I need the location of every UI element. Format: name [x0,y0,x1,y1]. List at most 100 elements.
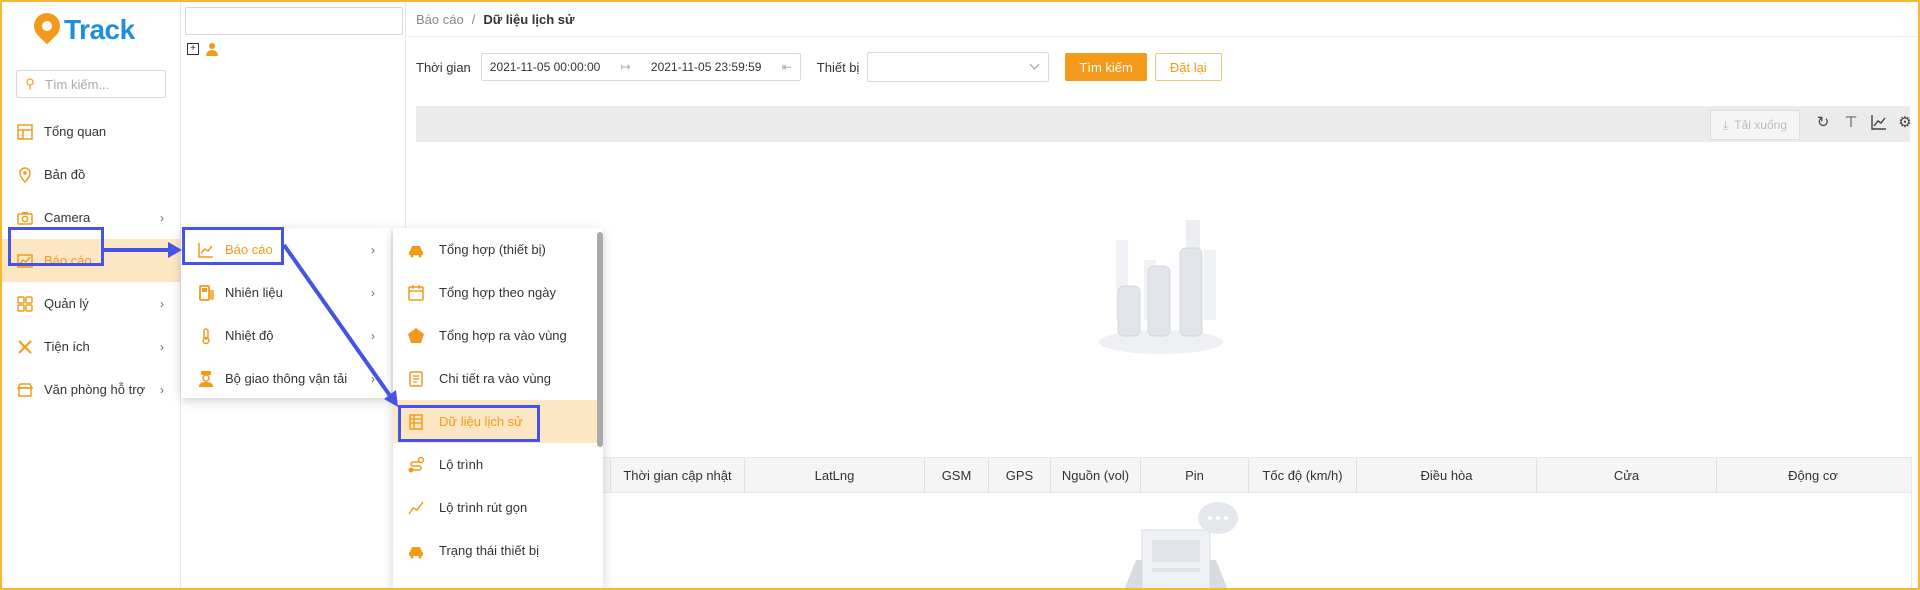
document-icon [409,370,423,387]
sidebar-search-input[interactable] [43,75,157,93]
store-icon [16,382,34,397]
submenu-item-transport-ministry[interactable]: Bộ giao thông vận tải › [181,357,391,400]
chevron-right-icon: › [371,328,375,343]
sidebar-item-label: Tổng quan [44,124,107,139]
tools-icon [18,339,32,354]
table-header: Thời gian cập nhật LatLng GSM GPS Nguồn … [417,458,1911,493]
layout-icon [17,123,33,140]
settings-gear-icon[interactable]: ⚙ [1896,114,1914,132]
column-header[interactable]: GSM [925,458,989,492]
sidebar-item-label: Văn phòng hỗ trợ [44,382,146,397]
device-select[interactable] [867,52,1050,82]
download-label: Tải xuống [1734,118,1787,132]
column-header[interactable]: LatLng [745,458,925,492]
logo-text: Track [64,14,135,45]
submenu-item-label: Nhiệt độ [225,328,274,343]
expand-plus-icon[interactable]: + [187,43,199,55]
chevron-right-icon: › [371,285,375,300]
logo-pin-icon [28,7,66,47]
device-tree-search-input[interactable] [185,7,403,35]
reset-button[interactable]: Đặt lại [1154,53,1222,81]
start-date[interactable]: 2021-11-05 00:00:00 [490,60,601,74]
sidebar-item-utilities[interactable]: Tiện ích › [2,325,180,368]
download-button[interactable]: ⤓ Tải xuống [1709,110,1800,140]
submenu-item-label: Bộ giao thông vận tải [225,371,348,386]
sidebar: Track ⚲ Tổng quan Bản đồ Camera › Báo cá… [2,2,181,588]
user-icon[interactable] [205,42,219,56]
sidebar-item-management[interactable]: Quản lý › [2,282,180,325]
column-header[interactable]: Điều hòa [1357,458,1537,492]
breadcrumb: Báo cáo / Dữ liệu lịch sử [416,12,574,27]
empty-data-illustration [1124,502,1238,590]
filter-bar: Thời gian 2021-11-05 00:00:00 ↦ 2021-11-… [416,52,1222,82]
text-height-icon[interactable]: ⊤ [1842,114,1860,132]
arrow-left-icon: ⇤ [781,60,792,74]
empty-state-illustration [1099,220,1223,354]
device-tree-toolbar: + [187,42,219,56]
logo[interactable]: Track [28,7,135,50]
sidebar-search: ⚲ [16,70,166,98]
menu-item-device-status[interactable]: Trạng thái thiết bị [393,529,603,572]
column-header[interactable]: Tốc độ (km/h) [1249,458,1357,492]
main-content: Báo cáo / Dữ liệu lịch sử Thời gian 2021-1… [406,2,1918,590]
divider [406,36,1918,37]
breadcrumb-parent[interactable]: Báo cáo [416,12,464,27]
sidebar-item-overview[interactable]: Tổng quan [2,110,180,153]
chevron-right-icon: › [371,371,375,386]
chart-icon[interactable] [1870,114,1888,132]
chevron-right-icon: › [160,296,164,311]
column-header[interactable]: Nguồn (vol) [1051,458,1141,492]
sidebar-item-map[interactable]: Bản đồ [2,153,180,196]
arrow-right-icon: ↦ [620,60,631,74]
search-icon: ⚲ [25,76,35,91]
time-label: Thời gian [416,59,471,75]
submenu-item-label: Nhiên liệu [225,285,283,300]
column-header[interactable]: Cửa [1537,458,1717,492]
chevron-right-icon: › [160,210,164,225]
car-icon [409,546,423,558]
search-button[interactable]: Tìm kiếm [1065,53,1147,81]
grid-icon [17,295,33,312]
device-label: Thiết bị [816,59,860,75]
camera-icon [17,211,33,225]
fuel-icon [199,284,214,301]
sidebar-item-label: Tiện ích [44,339,90,354]
menu-item-route[interactable]: Lộ trình [393,443,603,486]
column-header[interactable]: Pin [1141,458,1249,492]
refresh-icon[interactable]: ↻ [1814,114,1832,132]
officer-icon [199,370,213,387]
column-header[interactable]: Động cơ [1717,458,1909,492]
menu-item-label: Chi tiết ra vào vùng [439,371,552,386]
sidebar-item-support-office[interactable]: Văn phòng hỗ trợ › [2,368,180,411]
column-header[interactable]: GPS [989,458,1051,492]
chevron-right-icon: › [160,339,164,354]
submenu-scrollbar[interactable] [597,232,603,447]
sidebar-item-label: Quản lý [44,296,89,311]
highlight-box-sidebar-reports [8,227,104,266]
column-header[interactable]: Thời gian cập nhật [611,458,745,492]
submenu-item-fuel[interactable]: Nhiên liệu › [181,271,391,314]
chevron-right-icon: › [160,382,164,397]
submenu-item-temperature[interactable]: Nhiệt độ › [181,314,391,357]
menu-item-label: Lộ trình [439,457,484,472]
menu-item-label: Lộ trình rút gọn [439,500,528,515]
breadcrumb-separator: / [471,12,476,27]
car-icon [409,245,423,257]
menu-item-route-short[interactable]: Lộ trình rút gọn [393,486,603,529]
menu-item-zone-summary[interactable]: Tổng hợp ra vào vùng [393,314,603,357]
end-date[interactable]: 2021-11-05 23:59:59 [651,60,762,74]
sidebar-item-label: Camera [44,210,91,225]
highlight-box-history-data [398,405,540,442]
menu-item-summary-daily[interactable]: Tổng hợp theo ngày [393,271,603,314]
route-icon [408,456,425,472]
map-icon [19,166,31,183]
menu-item-label: Tổng hợp theo ngày [439,285,556,300]
breadcrumb-current: Dữ liệu lịch sử [483,12,575,27]
date-range-picker[interactable]: 2021-11-05 00:00:00 ↦ 2021-11-05 23:59:5… [480,53,801,81]
sidebar-item-label: Bản đồ [44,167,86,182]
menu-item-zone-detail[interactable]: Chi tiết ra vào vùng [393,357,603,400]
menu-item-summary-device[interactable]: Tổng hợp (thiết bị) [393,228,603,271]
calendar-icon [408,284,424,301]
menu-item-label: Tổng hợp ra vào vùng [439,328,567,343]
trend-icon [408,501,424,514]
